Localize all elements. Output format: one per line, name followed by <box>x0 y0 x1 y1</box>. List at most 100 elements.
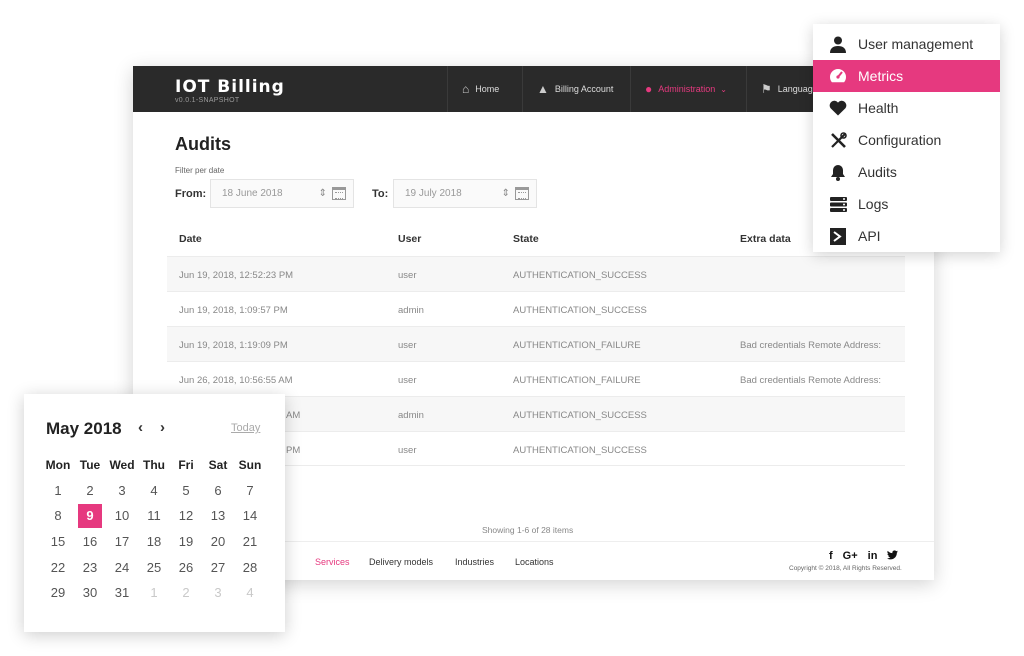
nav-billing-account[interactable]: ▲ Billing Account <box>522 66 630 112</box>
facebook-icon[interactable]: f <box>829 550 833 563</box>
calendar-day[interactable]: 29 <box>42 580 74 606</box>
menu-item-label: User management <box>858 36 974 52</box>
from-date-value: 18 June 2018 <box>222 188 283 199</box>
calendar-day[interactable]: 5 <box>170 478 202 504</box>
selected-day-label: 9 <box>78 503 102 528</box>
bell-icon <box>827 163 849 181</box>
column-header-state[interactable]: State <box>513 233 539 245</box>
nav-billing-label: Billing Account <box>554 84 614 94</box>
table-row: Jun 19, 2018, 1:09:57 PM admin AUTHENTIC… <box>167 291 905 326</box>
calendar-day[interactable]: 13 <box>202 503 234 529</box>
menu-item-configuration[interactable]: Configuration <box>813 124 1000 156</box>
menu-item-label: Audits <box>858 164 897 180</box>
calendar-day[interactable]: 4 <box>138 478 170 504</box>
calendar-day[interactable]: 8 <box>42 503 74 529</box>
calendar-day[interactable]: 21 <box>234 529 266 555</box>
cell-date: Jun 26, 2018, 10:56:55 AM <box>179 375 293 386</box>
weekday-header: Sun <box>238 457 262 472</box>
nav-administration[interactable]: ● Administration ⌄ <box>630 66 746 112</box>
calendar-day[interactable]: 16 <box>74 529 106 555</box>
calendar-day-selected[interactable]: 9 <box>74 503 106 529</box>
calendar-day[interactable]: 23 <box>74 554 106 580</box>
column-header-extra-data[interactable]: Extra data <box>740 233 791 245</box>
cell-user: user <box>398 445 417 456</box>
cell-date: PM <box>286 445 301 456</box>
calendar-icon[interactable] <box>515 187 529 200</box>
footer-link-delivery-models[interactable]: Delivery models <box>369 557 433 567</box>
to-date-input[interactable]: 19 July 2018 ⇕ <box>393 179 537 208</box>
bank-icon: ▲ <box>537 82 549 96</box>
calendar-day-next-month[interactable]: 2 <box>170 580 202 606</box>
menu-item-health[interactable]: Health <box>813 92 1000 124</box>
twitter-icon[interactable] <box>887 550 899 563</box>
calendar-day[interactable]: 30 <box>74 580 106 606</box>
calendar-day[interactable]: 11 <box>138 503 170 529</box>
calendar-day[interactable]: 12 <box>170 503 202 529</box>
weekday-header: Fri <box>178 457 194 472</box>
brand-logo[interactable]: IOT Billing <box>175 77 285 97</box>
administration-menu: User management Metrics Health Configura… <box>813 24 1000 252</box>
footer-link-industries[interactable]: Industries <box>455 557 494 567</box>
menu-item-label: API <box>858 228 881 244</box>
spinner-icon[interactable]: ⇕ <box>319 180 327 207</box>
menu-item-user-management[interactable]: User management <box>813 28 1000 60</box>
calendar-day[interactable]: 26 <box>170 554 202 580</box>
calendar-day[interactable]: 3 <box>106 478 138 504</box>
calendar-day-next-month[interactable]: 1 <box>138 580 170 606</box>
cell-date: Jun 19, 2018, 1:09:57 PM <box>179 305 288 316</box>
column-header-date[interactable]: Date <box>179 233 202 245</box>
footer-link-services[interactable]: Services <box>315 557 350 567</box>
from-date-input[interactable]: 18 June 2018 ⇕ <box>210 179 354 208</box>
calendar-month-title: May 2018 <box>46 419 122 438</box>
nav-home[interactable]: ⌂ Home <box>447 66 523 112</box>
spinner-icon[interactable]: ⇕ <box>502 180 510 207</box>
chevron-left-icon[interactable]: ‹ <box>138 419 143 436</box>
calendar-day[interactable]: 24 <box>106 554 138 580</box>
calendar-day[interactable]: 18 <box>138 529 170 555</box>
calendar-icon[interactable] <box>332 187 346 200</box>
table-row: Jun 26, 2018, 10:56:55 AM user AUTHENTIC… <box>167 361 905 396</box>
calendar-day[interactable]: 7 <box>234 478 266 504</box>
calendar-day[interactable]: 20 <box>202 529 234 555</box>
cell-user: admin <box>398 410 424 421</box>
calendar-day[interactable]: 22 <box>42 554 74 580</box>
menu-item-metrics[interactable]: Metrics <box>813 60 1000 92</box>
cell-date: AM <box>286 410 301 421</box>
cell-state: AUTHENTICATION_SUCCESS <box>513 305 647 316</box>
to-date-value: 19 July 2018 <box>405 188 462 199</box>
calendar-day[interactable]: 28 <box>234 554 266 580</box>
calendar-day[interactable]: 31 <box>106 580 138 606</box>
copyright: Copyright © 2018, All Rights Reserved. <box>789 565 902 572</box>
chevron-right-icon[interactable]: › <box>160 419 165 436</box>
calendar-day[interactable]: 6 <box>202 478 234 504</box>
calendar-day[interactable]: 1 <box>42 478 74 504</box>
calendar-day[interactable]: 19 <box>170 529 202 555</box>
footer-link-locations[interactable]: Locations <box>515 557 554 567</box>
calendar-day-next-month[interactable]: 4 <box>234 580 266 606</box>
social-links: f G+ in <box>829 550 899 563</box>
calendar-day[interactable]: 25 <box>138 554 170 580</box>
cell-date: Jun 19, 2018, 1:19:09 PM <box>179 340 288 351</box>
brand-version: v0.0.1-SNAPSHOT <box>175 97 240 104</box>
nav-home-label: Home <box>475 84 500 94</box>
today-button[interactable]: Today <box>231 422 260 434</box>
calendar-day[interactable]: 15 <box>42 529 74 555</box>
screen: IOT Billing v0.0.1-SNAPSHOT ⌂ Home ▲ Bil… <box>0 0 1024 656</box>
weekday-header: Mon <box>45 457 71 472</box>
calendar-day[interactable]: 10 <box>106 503 138 529</box>
weekday-header: Wed <box>109 457 135 472</box>
calendar-day[interactable]: 17 <box>106 529 138 555</box>
calendar-day[interactable]: 14 <box>234 503 266 529</box>
cell-date: Jun 19, 2018, 12:52:23 PM <box>179 270 294 281</box>
calendar-day[interactable]: 2 <box>74 478 106 504</box>
linkedin-icon[interactable]: in <box>868 550 878 563</box>
menu-item-api[interactable]: API <box>813 220 1000 252</box>
calendar-day[interactable]: 27 <box>202 554 234 580</box>
calendar-day-next-month[interactable]: 3 <box>202 580 234 606</box>
column-header-user[interactable]: User <box>398 233 421 245</box>
menu-item-audits[interactable]: Audits <box>813 156 1000 188</box>
logs-icon <box>827 195 849 213</box>
menu-item-logs[interactable]: Logs <box>813 188 1000 220</box>
cell-extra: Bad credentials Remote Address: <box>740 340 881 351</box>
google-plus-icon[interactable]: G+ <box>843 550 858 563</box>
